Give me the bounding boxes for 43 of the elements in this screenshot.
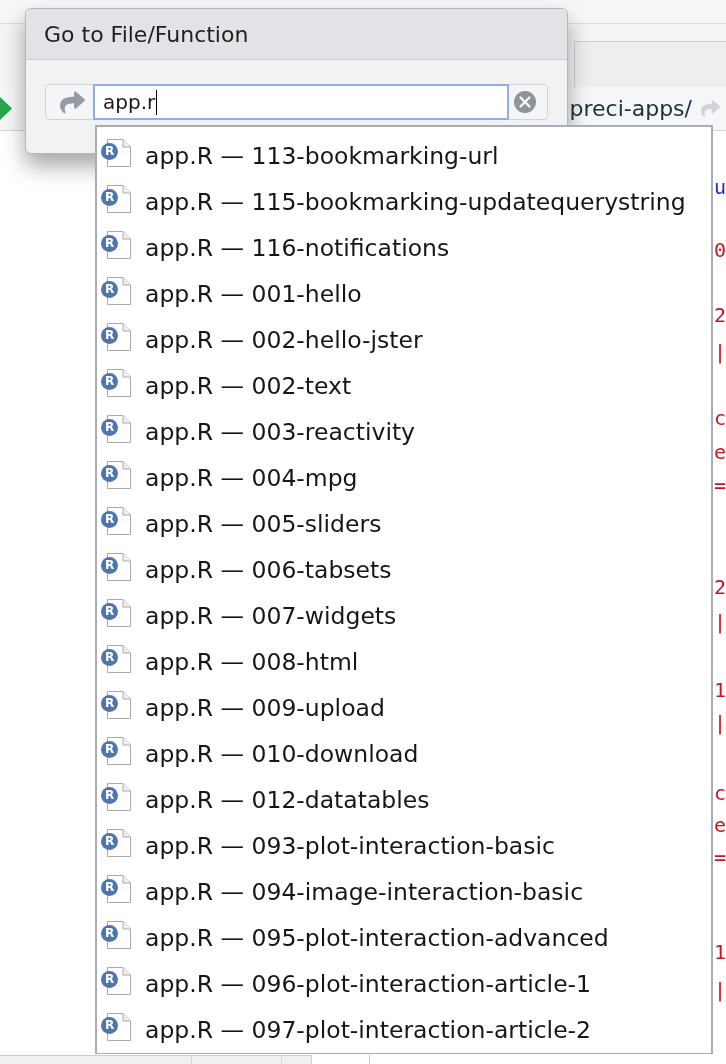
code-fragment: 1 xyxy=(714,939,726,966)
code-fragment: e xyxy=(714,439,726,466)
file-type-badge: R xyxy=(101,741,118,758)
code-fragment: | xyxy=(714,977,726,1004)
file-type-badge: R xyxy=(101,189,118,206)
code-fragment: 2 xyxy=(714,574,726,601)
code-fragment: | xyxy=(714,710,726,737)
file-type-badge: R xyxy=(101,143,118,160)
code-fragment: | xyxy=(714,609,726,636)
text-cursor xyxy=(156,89,158,115)
file-type-badge: R xyxy=(101,465,118,482)
file-type-badge: R xyxy=(101,511,118,528)
run-icon[interactable] xyxy=(0,97,12,120)
dialog-title: Go to File/Function xyxy=(44,20,249,49)
file-type-badge: R xyxy=(101,649,118,666)
file-type-badge: R xyxy=(101,971,118,988)
file-type-badge: R xyxy=(101,327,118,344)
code-fragment: | xyxy=(714,339,726,366)
file-path: preci-apps/ xyxy=(569,95,692,123)
file-type-badge: R xyxy=(101,833,118,850)
file-type-badge: R xyxy=(101,557,118,574)
file-type-badge: R xyxy=(101,419,118,436)
file-type-badge: R xyxy=(101,603,118,620)
file-type-badge: R xyxy=(101,695,118,712)
clear-icon[interactable] xyxy=(514,91,536,113)
search-field[interactable]: app.r xyxy=(93,84,509,120)
file-type-badge: R xyxy=(101,1017,118,1034)
file-type-badge: R xyxy=(101,373,118,390)
forward-arrow-icon xyxy=(58,89,87,115)
file-type-badge: R xyxy=(101,235,118,252)
file-type-badge: R xyxy=(101,925,118,942)
code-fragment: = xyxy=(714,844,726,871)
file-type-badge: R xyxy=(101,281,118,298)
code-fragment: 0 xyxy=(714,237,726,264)
code-fragment: c xyxy=(714,405,726,432)
code-fragment: 1 xyxy=(714,677,726,704)
code-fragment: 2 xyxy=(714,302,726,329)
file-type-badge: R xyxy=(101,879,118,896)
code-fragment: = xyxy=(714,472,726,499)
code-fragment: u xyxy=(714,174,726,201)
file-type-badge: R xyxy=(101,787,118,804)
code-fragment: e xyxy=(714,812,726,839)
code-fragment: c xyxy=(714,780,726,807)
